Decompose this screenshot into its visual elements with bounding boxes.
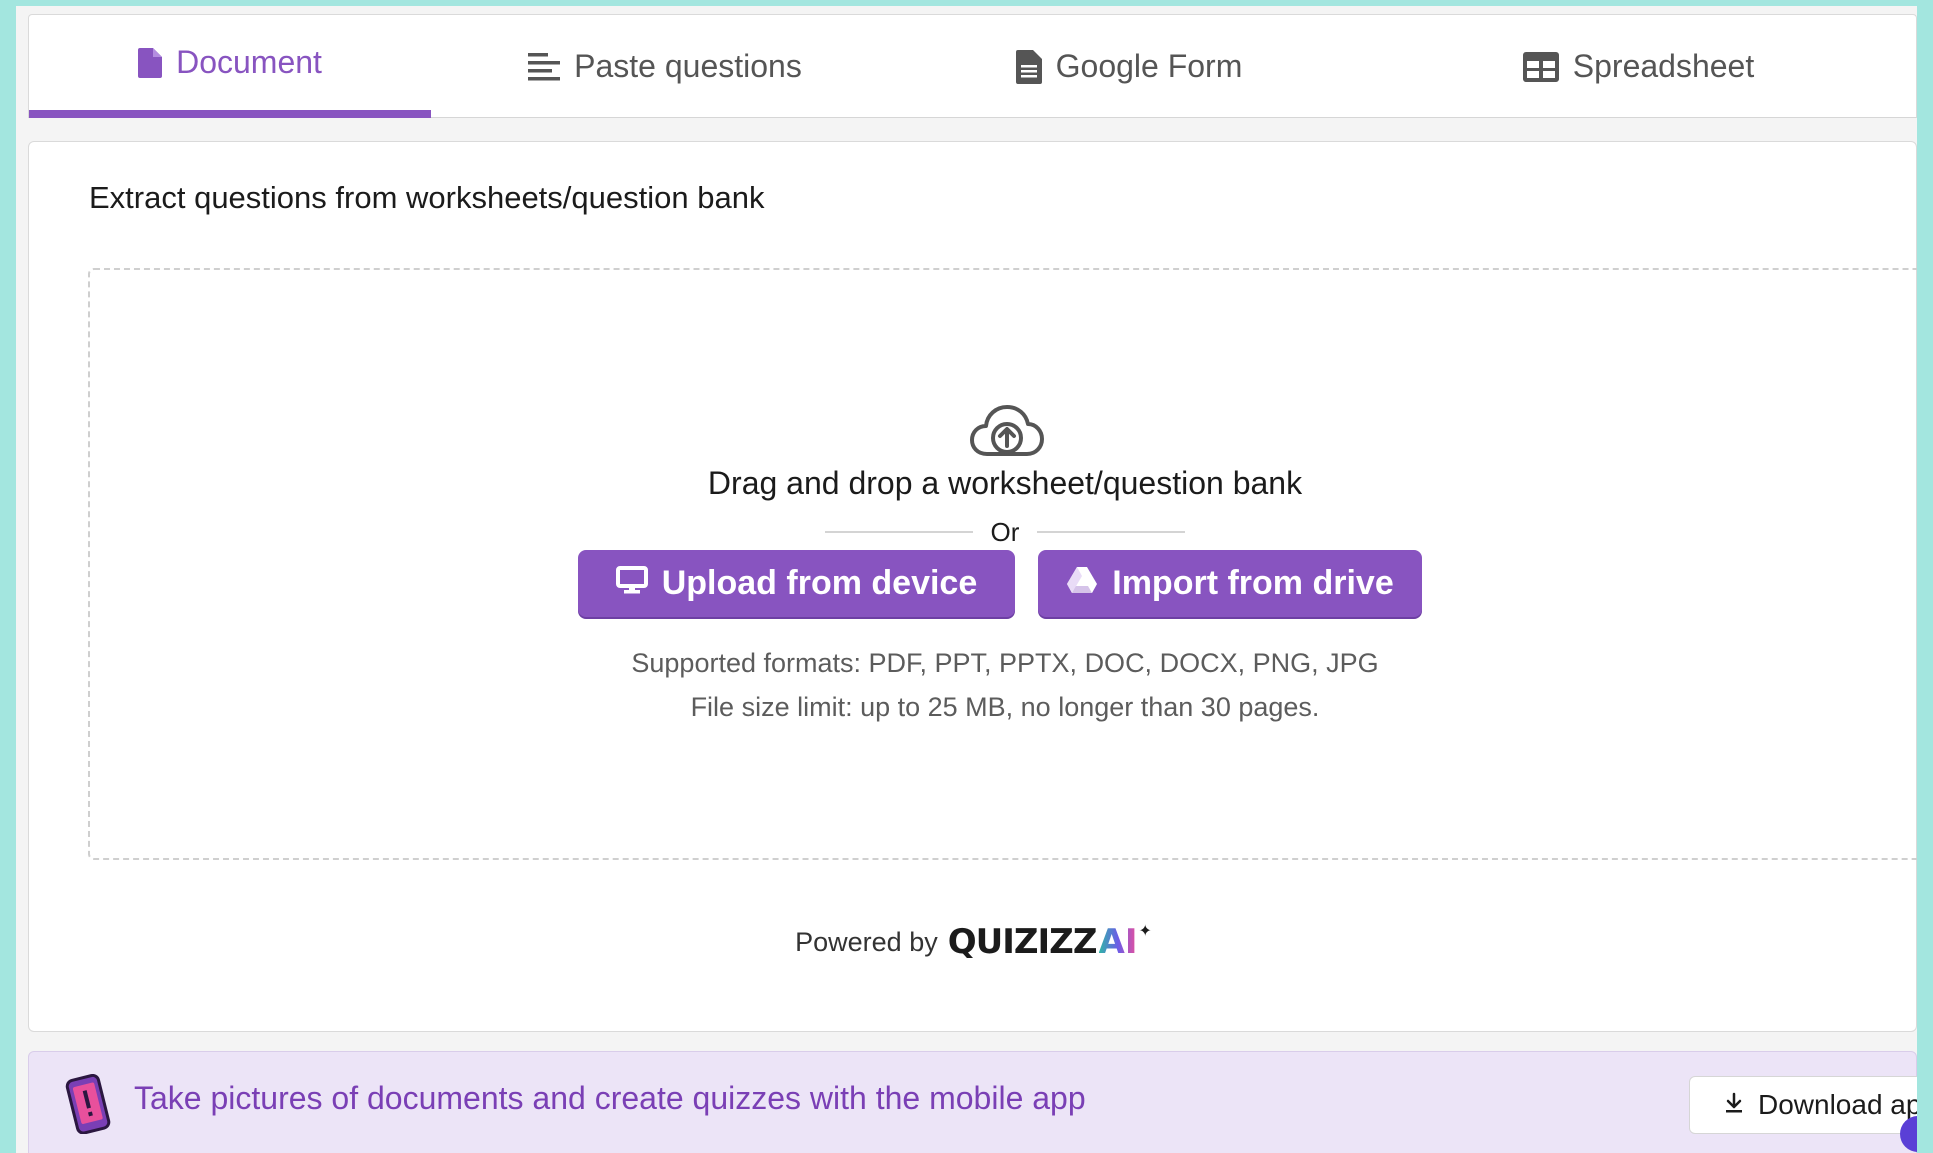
drive-button-label: Import from drive: [1112, 564, 1394, 602]
sparkle-icon: ✦: [1138, 923, 1152, 940]
tab-google-form[interactable]: Google Form: [899, 15, 1359, 118]
download-button-label: Download app: [1758, 1089, 1917, 1120]
upload-from-device-button[interactable]: Upload from device: [578, 550, 1015, 617]
tab-spreadsheet[interactable]: Spreadsheet: [1359, 15, 1917, 118]
phone-icon: [63, 1073, 115, 1139]
upload-button-label: Upload from device: [661, 564, 978, 602]
brand-ai-mark: AI: [1098, 922, 1138, 962]
or-text: Or: [990, 516, 1020, 547]
divider-line: [1037, 531, 1186, 533]
import-from-drive-button[interactable]: Import from drive: [1038, 550, 1422, 617]
document-icon: [138, 47, 163, 78]
panel-heading: Extract questions from worksheets/questi…: [89, 180, 765, 215]
brand-wordmark: QUIZIZZ: [947, 922, 1098, 962]
tab-label: Spreadsheet: [1572, 48, 1755, 84]
cloud-upload-icon: [969, 404, 1045, 465]
mobile-app-banner: Take pictures of documents and create qu…: [28, 1051, 1917, 1153]
file-size-limit-text: File size limit: up to 25 MB, no longer …: [690, 692, 1320, 722]
quizizz-ai-logo: QUIZIZZ AI ✦: [948, 922, 1152, 962]
upload-requirements: Supported formats: PDF, PPT, PPTX, DOC, …: [90, 641, 1917, 729]
form-file-icon: [1015, 49, 1042, 84]
table-icon: [1522, 51, 1559, 82]
text-lines-icon: [528, 52, 561, 82]
divider-line: [824, 531, 973, 533]
tab-label: Google Form: [1055, 48, 1243, 84]
supported-formats-text: Supported formats: PDF, PPT, PPTX, DOC, …: [631, 648, 1379, 678]
document-panel: Extract questions from worksheets/questi…: [28, 141, 1917, 1032]
powered-by-label: Powered by: [795, 926, 938, 957]
tab-document[interactable]: Document: [29, 15, 431, 118]
tab-label: Paste questions: [574, 48, 802, 84]
tab-paste-questions[interactable]: Paste questions: [431, 15, 899, 118]
google-drive-icon: [1066, 564, 1098, 603]
tab-label: Document: [176, 44, 322, 80]
file-dropzone[interactable]: Drag and drop a worksheet/question bank …: [88, 268, 1917, 860]
powered-by: Powered by QUIZIZZ AI ✦: [29, 922, 1917, 962]
monitor-icon: [615, 564, 648, 603]
app-frame: Document Paste questions Google Form Spr…: [16, 6, 1917, 1153]
download-app-button[interactable]: Download app: [1689, 1076, 1917, 1134]
drag-drop-text: Drag and drop a worksheet/question bank: [707, 465, 1303, 501]
banner-text: Take pictures of documents and create qu…: [134, 1080, 1086, 1116]
or-divider: Or: [90, 512, 1917, 552]
download-icon: [1724, 1089, 1744, 1121]
tab-bar: Document Paste questions Google Form Spr…: [28, 14, 1917, 118]
